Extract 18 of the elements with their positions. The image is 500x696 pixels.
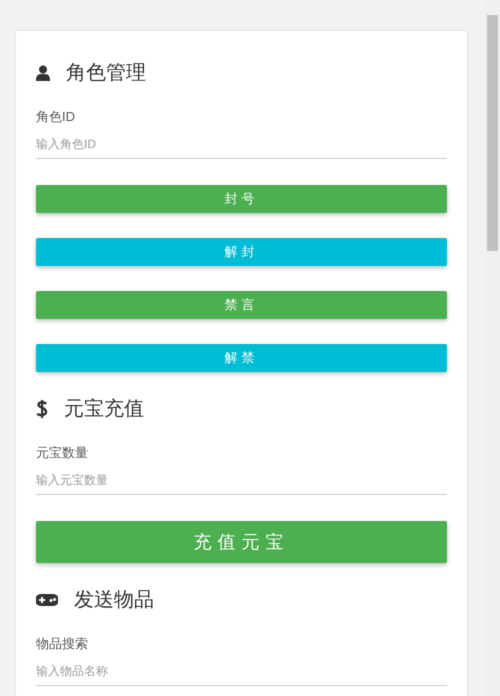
action-button[interactable]: 禁言 (36, 291, 447, 319)
section-title: 角色管理 (66, 61, 146, 86)
user-icon (36, 65, 50, 81)
field-label: 角色ID (36, 109, 76, 125)
section-title: 发送物品 (74, 588, 154, 613)
input-field[interactable]: 输入角色ID (36, 129, 447, 159)
section-title: 元宝充值 (64, 397, 144, 422)
action-button[interactable]: 封号 (36, 185, 447, 213)
scrollbar-thumb[interactable] (487, 15, 498, 251)
gamepad-icon (36, 594, 58, 606)
field-label: 元宝数量 (36, 445, 89, 461)
dollar-icon (36, 399, 48, 419)
field-label: 物品搜索 (36, 636, 89, 652)
recharge-button[interactable]: 充值元宝 (36, 521, 447, 563)
action-button[interactable]: 解封 (36, 238, 447, 266)
action-button[interactable]: 解禁 (36, 344, 447, 372)
input-field[interactable]: 输入元宝数量 (36, 465, 447, 495)
input-field[interactable]: 输入物品名称 (36, 656, 447, 686)
